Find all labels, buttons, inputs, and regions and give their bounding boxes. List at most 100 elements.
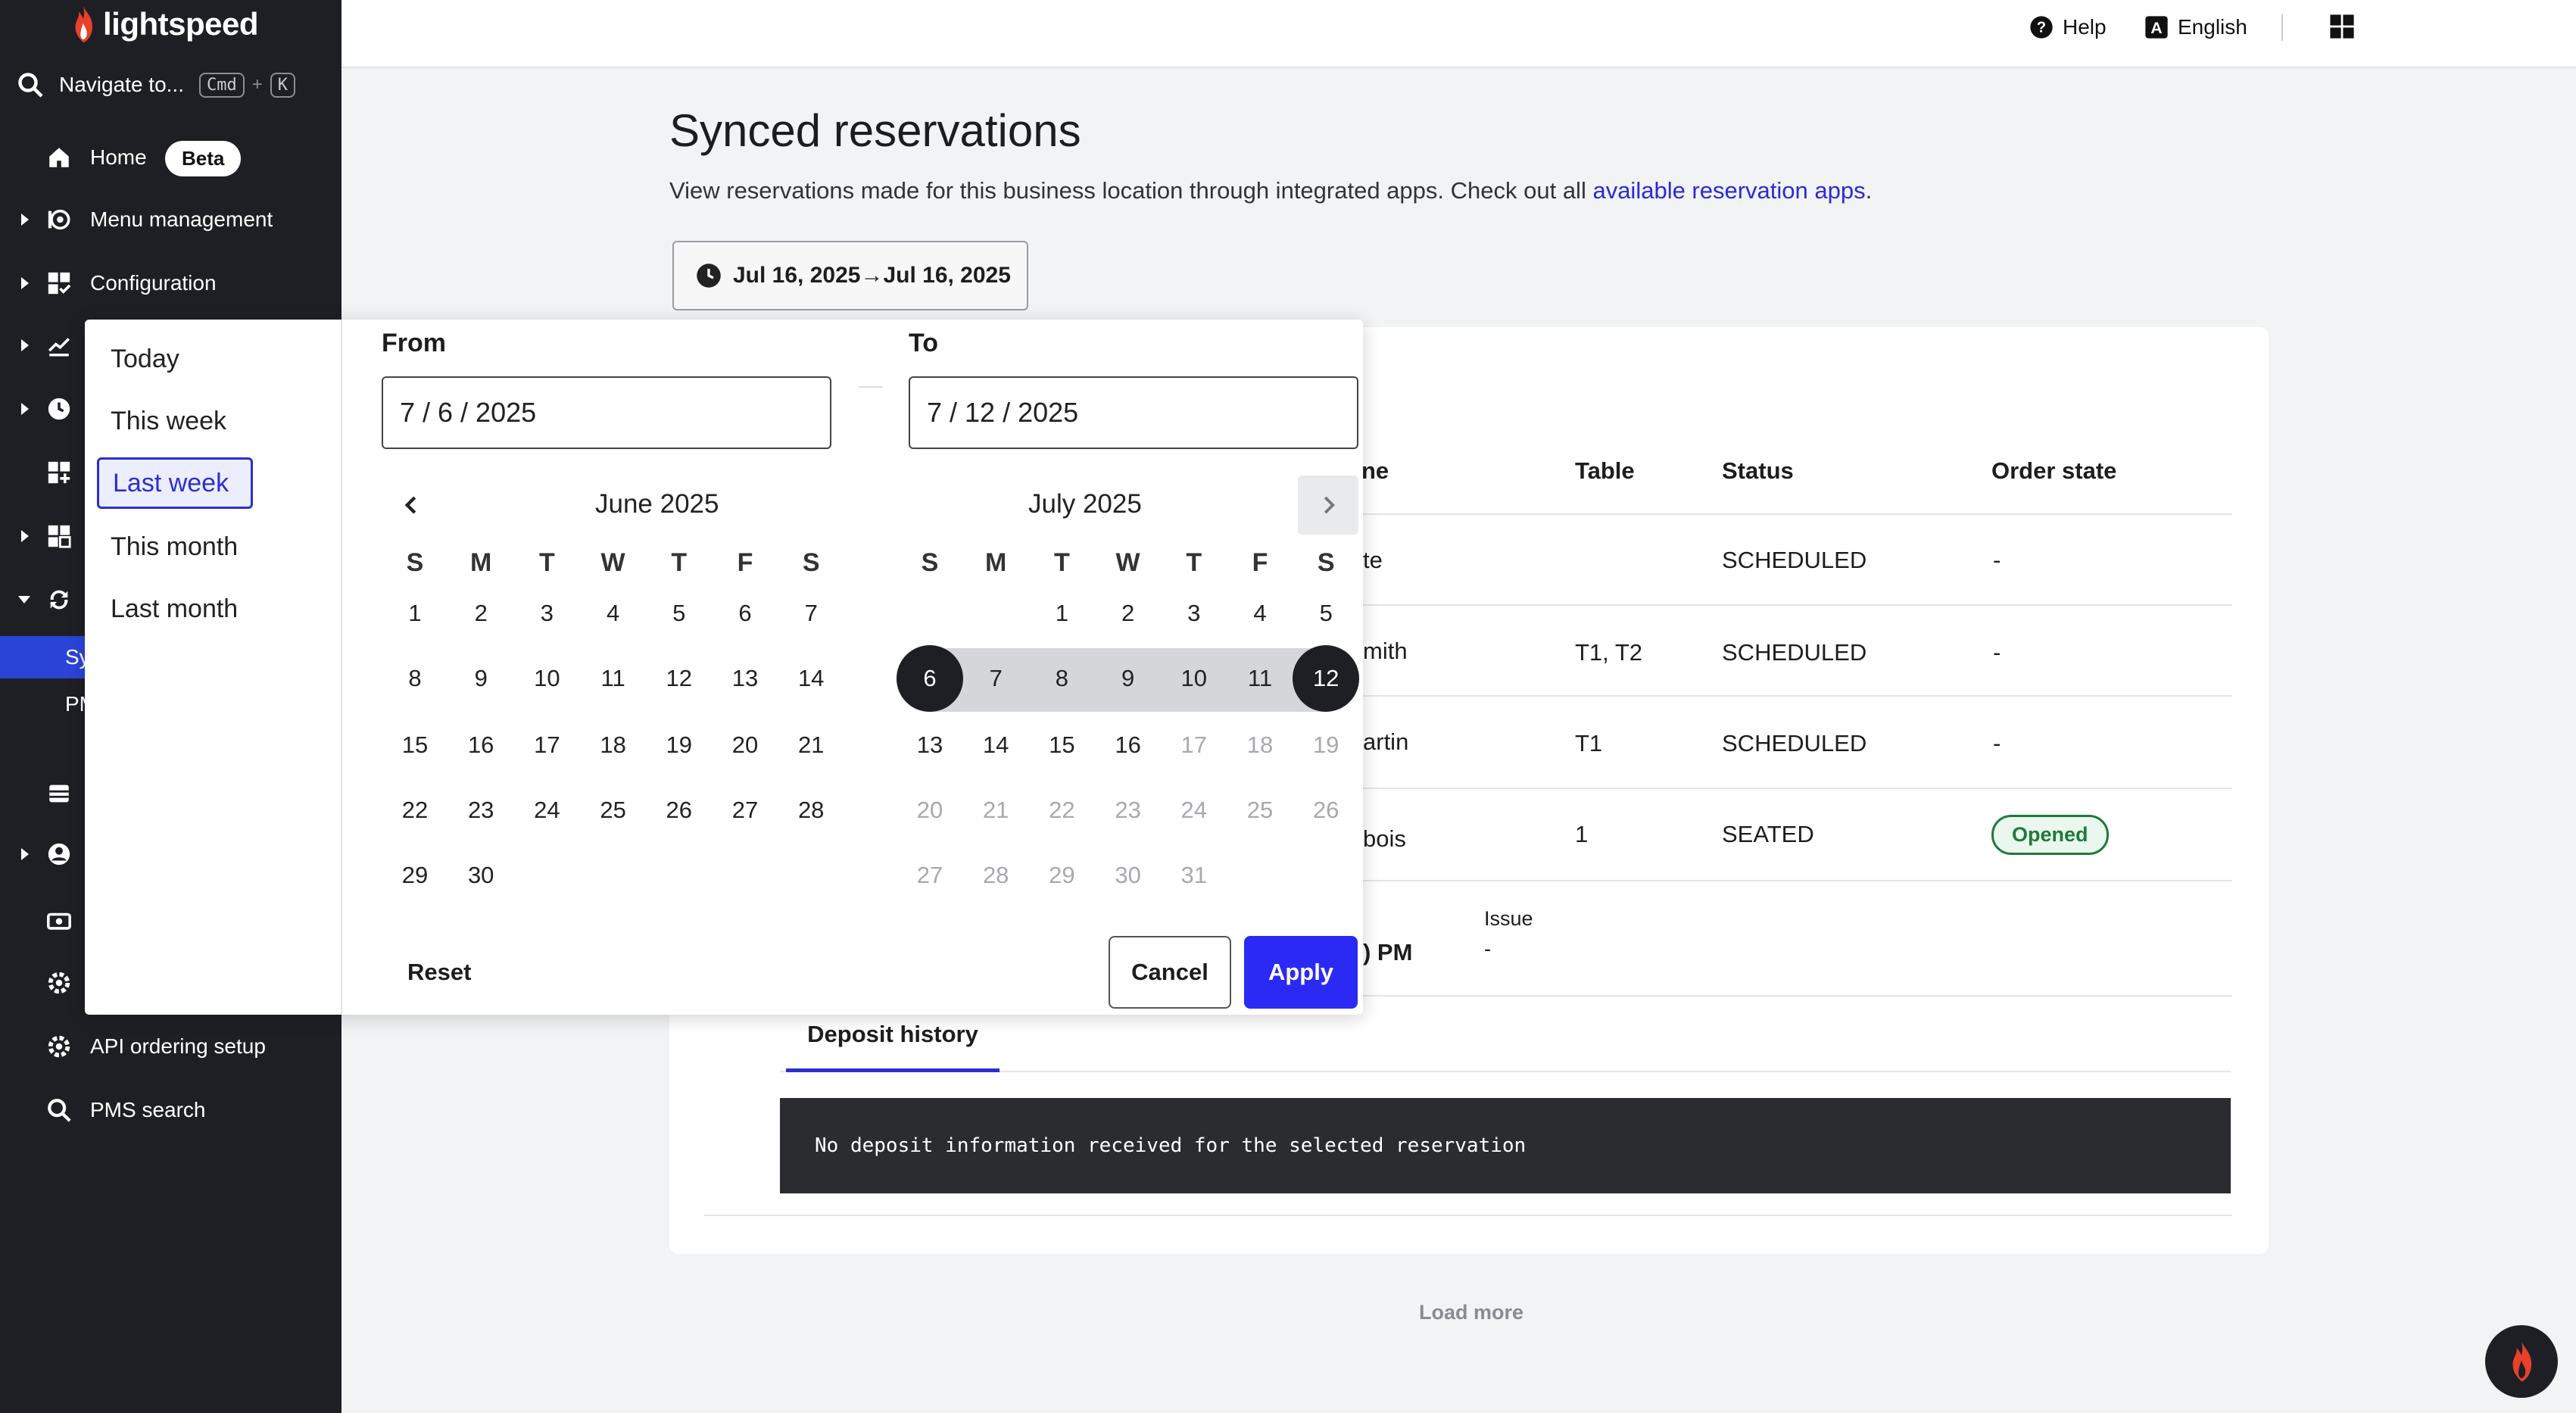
calendar-day[interactable]: 22 <box>1028 780 1095 841</box>
calendar-day[interactable]: 24 <box>513 780 580 841</box>
chevron-down-icon <box>18 596 30 604</box>
calendar-day[interactable]: 21 <box>962 780 1029 841</box>
calendar-day[interactable]: 14 <box>778 648 844 709</box>
clock-icon <box>697 264 721 288</box>
app-switcher-icon[interactable] <box>2329 14 2355 43</box>
weekday-header: W <box>600 548 625 577</box>
calendar-day[interactable]: 4 <box>580 583 647 644</box>
help-button[interactable]: ? Help <box>2029 11 2107 44</box>
calendar-day[interactable]: 19 <box>646 715 713 775</box>
calendar-day[interactable]: 27 <box>897 845 963 906</box>
calendar-day[interactable]: 21 <box>778 715 844 775</box>
calendar-day[interactable]: 18 <box>580 715 647 775</box>
calendar-day[interactable]: 28 <box>778 780 844 841</box>
calendar-day[interactable]: 18 <box>1227 715 1293 775</box>
calendar-day-selected[interactable]: 11 <box>1227 648 1293 709</box>
preset-this-month[interactable]: This month <box>97 521 253 572</box>
to-date-input[interactable]: 7 / 12 / 2025 <box>909 376 1358 449</box>
sidebar-item-home[interactable]: Home Beta <box>0 133 341 182</box>
calendar-day[interactable]: 1 <box>382 583 448 644</box>
calendar-day[interactable]: 16 <box>1095 715 1162 775</box>
cell-name: bois <box>1363 825 1406 852</box>
calendar-day[interactable]: 30 <box>1095 845 1162 906</box>
calendar-day[interactable]: 20 <box>897 780 963 841</box>
calendar-day[interactable]: 23 <box>448 780 514 841</box>
calendar-day-selected[interactable]: 9 <box>1095 648 1162 709</box>
from-date-input[interactable]: 7 / 6 / 2025 <box>382 376 831 449</box>
sidebar-item-menu-management[interactable]: Menu management <box>0 195 341 244</box>
weekday-header: S <box>921 548 939 577</box>
reservation-time: ) PM <box>1363 939 1413 965</box>
calendar-day[interactable]: 29 <box>1028 845 1095 906</box>
calendar-day[interactable]: 25 <box>1227 780 1293 841</box>
calendar-day[interactable]: 23 <box>1095 780 1162 841</box>
calendar-day[interactable]: 15 <box>382 715 448 775</box>
language-selector[interactable]: A English <box>2144 11 2247 44</box>
calendar-day[interactable]: 10 <box>513 648 580 709</box>
calendar-day[interactable]: 26 <box>646 780 713 841</box>
sidebar-item-configuration[interactable]: Configuration <box>0 259 341 307</box>
cell-table: 1 <box>1575 821 1589 847</box>
calendar-day[interactable]: 5 <box>646 583 713 644</box>
calendar-day[interactable]: 8 <box>382 648 448 709</box>
calendar-day[interactable]: 2 <box>448 583 514 644</box>
calendar-day[interactable]: 30 <box>448 845 514 906</box>
calendar-day[interactable]: 20 <box>712 715 778 775</box>
calendar-day[interactable]: 2 <box>1095 583 1162 644</box>
sidebar-item-label: Menu management <box>90 207 273 231</box>
lightspeed-assistant-button[interactable] <box>2485 1325 2558 1398</box>
preset-last-week[interactable]: Last week <box>97 457 253 509</box>
calendar-day[interactable]: 12 <box>646 648 713 709</box>
calendar-day[interactable]: 28 <box>962 845 1029 906</box>
preset-this-week[interactable]: This week <box>97 395 253 447</box>
calendar-day[interactable]: 5 <box>1293 583 1359 644</box>
calendar-day-selected[interactable]: 7 <box>962 648 1029 709</box>
next-month-button[interactable] <box>1298 476 1358 535</box>
calendar-day[interactable]: 24 <box>1161 780 1227 841</box>
calendar-day[interactable]: 11 <box>580 648 647 709</box>
calendar-day-selected[interactable]: 12 <box>1293 645 1360 712</box>
calendar-day[interactable]: 17 <box>1161 715 1227 775</box>
reservation-apps-link[interactable]: available reservation apps <box>1592 177 1865 204</box>
calendar-day[interactable]: 9 <box>448 648 514 709</box>
calendar-day[interactable]: 3 <box>513 583 580 644</box>
navigate-to[interactable]: Navigate to... Cmd + K <box>17 67 295 103</box>
column-header-name: ne <box>1361 457 1389 484</box>
prev-month-button[interactable] <box>382 476 442 535</box>
issue-value: - <box>1484 937 1491 960</box>
load-more-button[interactable]: Load more <box>1419 1301 1523 1324</box>
calendar-day[interactable]: 6 <box>712 583 778 644</box>
calendar-day[interactable]: 17 <box>513 715 580 775</box>
calendar-day[interactable]: 16 <box>448 715 514 775</box>
calendar-day[interactable]: 4 <box>1227 583 1293 644</box>
tab-deposit-history[interactable]: Deposit history <box>786 1019 1000 1072</box>
calendar-day[interactable]: 22 <box>382 780 448 841</box>
calendar-day[interactable]: 15 <box>1028 715 1095 775</box>
calendar-day[interactable]: 1 <box>1028 583 1095 644</box>
calendar-day[interactable]: 13 <box>897 715 963 775</box>
calendar-day[interactable]: 31 <box>1161 845 1227 906</box>
calendar-day-selected[interactable]: 8 <box>1028 648 1095 709</box>
calendar-day[interactable]: 3 <box>1161 583 1227 644</box>
calendar-day[interactable]: 13 <box>712 648 778 709</box>
topbar-divider <box>2281 14 2283 41</box>
calendar-day[interactable]: 25 <box>580 780 647 841</box>
calendar-day[interactable]: 29 <box>382 845 448 906</box>
lightspeed-logo[interactable]: lightspeed <box>70 3 259 45</box>
calendar-day-selected[interactable]: 10 <box>1161 648 1227 709</box>
preset-today[interactable]: Today <box>97 333 253 385</box>
calendar-day[interactable]: 27 <box>712 780 778 841</box>
calendar-day-selected[interactable]: 6 <box>897 645 963 712</box>
apply-button[interactable]: Apply <box>1244 936 1358 1009</box>
calendar-day[interactable]: 26 <box>1293 780 1359 841</box>
cell-table: T1 <box>1575 730 1603 756</box>
calendar-day[interactable]: 19 <box>1293 715 1359 775</box>
cancel-button[interactable]: Cancel <box>1109 936 1231 1009</box>
reset-button[interactable]: Reset <box>407 959 471 986</box>
calendar-day[interactable]: 7 <box>778 583 844 644</box>
sidebar-item-api-ordering-setup[interactable]: API ordering setup <box>0 1022 341 1071</box>
date-range-button[interactable]: Jul 16, 2025→Jul 16, 2025 <box>672 241 1028 310</box>
calendar-day[interactable]: 14 <box>962 715 1029 775</box>
sidebar-item-pms-search[interactable]: PMS search <box>0 1086 341 1134</box>
preset-last-month[interactable]: Last month <box>97 583 253 635</box>
